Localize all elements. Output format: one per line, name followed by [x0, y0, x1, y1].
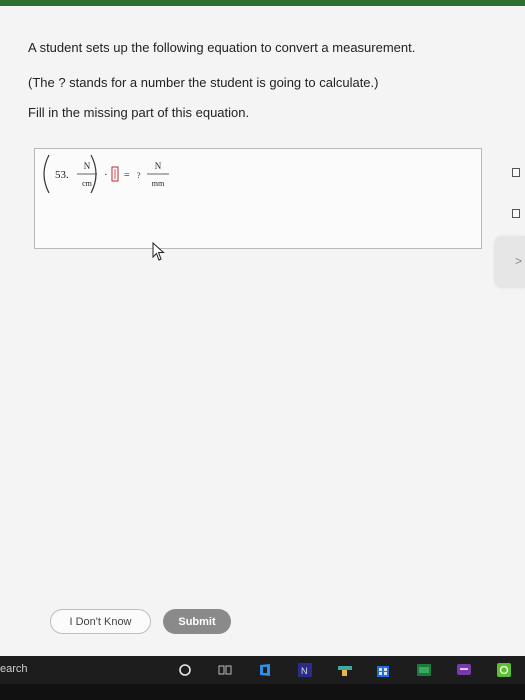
store-icon[interactable]	[375, 662, 391, 678]
numerator-unit: N	[84, 161, 91, 171]
question-panel: A student sets up the following equation…	[0, 6, 525, 656]
game-app-icon[interactable]	[416, 662, 432, 678]
side-checkbox-2[interactable]	[512, 209, 520, 218]
multiply-sign: ·	[104, 169, 108, 181]
side-panel-tab[interactable]: >	[495, 236, 525, 288]
chevron-right-icon: >	[515, 254, 523, 268]
onenote-icon[interactable]: N	[297, 662, 313, 678]
question-text-line-2: (The ? stands for a number the student i…	[28, 75, 379, 90]
cortana-icon[interactable]	[177, 662, 193, 678]
left-paren	[43, 154, 50, 194]
mouse-cursor-icon	[152, 242, 165, 261]
equation-area: 53. N cm · = ? N mm	[43, 154, 169, 194]
svg-text:N: N	[301, 666, 308, 676]
submit-button[interactable]: Submit	[163, 609, 231, 634]
windows-taskbar: earch N	[0, 656, 525, 700]
file-explorer-icon[interactable]	[337, 662, 353, 678]
question-text-line-3: Fill in the missing part of this equatio…	[28, 105, 250, 120]
taskbar-search-box[interactable]: earch	[0, 663, 28, 675]
result-numerator-unit: N	[155, 161, 162, 171]
dont-know-button[interactable]: I Don't Know	[50, 609, 151, 634]
side-checkbox-1[interactable]	[512, 168, 520, 177]
coefficient: 53.	[55, 169, 69, 181]
equation-answer-box[interactable]: 53. N cm · = ? N mm	[34, 148, 482, 249]
task-view-icon[interactable]	[217, 662, 233, 678]
result-denominator-unit: mm	[152, 179, 165, 188]
question-text-line-1: A student sets up the following equation…	[28, 40, 416, 55]
taskbar-bottom-edge	[0, 684, 525, 700]
equals-sign: =	[124, 170, 130, 181]
green-app-icon[interactable]	[496, 662, 512, 678]
edge-browser-icon[interactable]	[257, 662, 273, 678]
chat-app-icon[interactable]	[456, 662, 472, 678]
unknown-value: ?	[137, 171, 141, 180]
denominator-unit: cm	[82, 179, 93, 188]
